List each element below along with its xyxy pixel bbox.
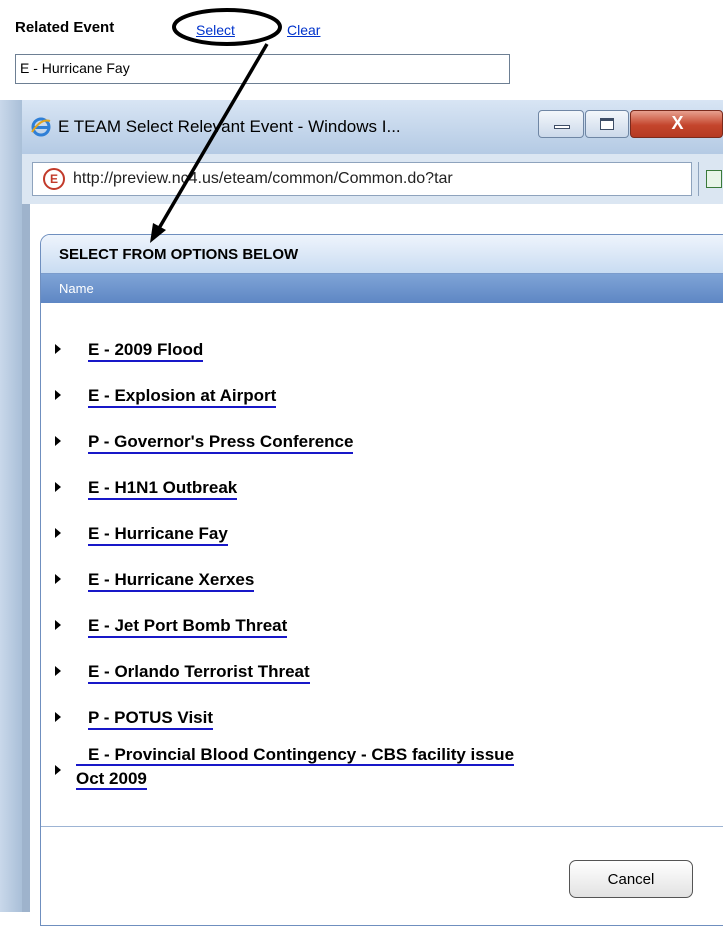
- select-link[interactable]: Select: [196, 22, 235, 38]
- event-link[interactable]: E - Jet Port Bomb Threat: [88, 617, 288, 638]
- window-title: E TEAM Select Relevant Event - Windows I…: [58, 117, 401, 136]
- close-button[interactable]: X: [630, 110, 723, 138]
- list-item: P - Governor's Press Conference: [41, 427, 723, 457]
- cancel-button[interactable]: Cancel: [569, 860, 693, 898]
- list-item: E - H1N1 Outbreak: [41, 473, 723, 503]
- event-link-line2: Oct 2009: [76, 769, 147, 790]
- site-icon: E: [43, 168, 65, 190]
- expand-arrow-icon[interactable]: [55, 712, 61, 722]
- select-event-dialog: SELECT FROM OPTIONS BELOW Name E - 2009 …: [40, 234, 723, 926]
- minimize-button[interactable]: [538, 110, 584, 138]
- event-link[interactable]: E - H1N1 Outbreak: [88, 479, 238, 500]
- expand-arrow-icon[interactable]: [55, 390, 61, 400]
- list-item: E - Jet Port Bomb Threat: [41, 611, 723, 641]
- ie-icon: [31, 117, 51, 137]
- dialog-divider: [41, 826, 723, 827]
- name-column-header: Name: [41, 274, 723, 303]
- dialog-header: SELECT FROM OPTIONS BELOW: [41, 235, 723, 274]
- event-link[interactable]: E - Hurricane Fay: [88, 525, 228, 546]
- list-item: E - Orlando Terrorist Threat: [41, 657, 723, 687]
- list-item: E - Provincial Blood Contingency - CBS f…: [41, 743, 723, 799]
- expand-arrow-icon[interactable]: [55, 574, 61, 584]
- maximize-icon: [600, 118, 614, 130]
- compatibility-view-icon[interactable]: [706, 170, 722, 188]
- close-icon: X: [671, 113, 684, 133]
- column-header-label: Name: [59, 281, 94, 296]
- event-link[interactable]: P - Governor's Press Conference: [88, 433, 354, 454]
- event-link[interactable]: E - 2009 Flood: [88, 341, 204, 362]
- address-bar: E http://preview.nc4.us/eteam/common/Com…: [22, 154, 723, 204]
- related-event-section: Related Event Select Clear E - Hurricane…: [0, 0, 723, 100]
- page-content: SELECT FROM OPTIONS BELOW Name E - 2009 …: [22, 204, 723, 926]
- related-event-label: Related Event: [15, 19, 115, 36]
- list-item: E - Explosion at Airport: [41, 381, 723, 411]
- expand-arrow-icon[interactable]: [55, 482, 61, 492]
- expand-arrow-icon[interactable]: [55, 436, 61, 446]
- maximize-button[interactable]: [585, 110, 629, 138]
- list-item: E - Hurricane Xerxes: [41, 565, 723, 595]
- expand-arrow-icon[interactable]: [55, 765, 61, 775]
- content-left-border: [22, 204, 30, 912]
- popup-window: E TEAM Select Relevant Event - Windows I…: [0, 100, 723, 926]
- event-link[interactable]: E - Provincial Blood Contingency - CBS f…: [76, 743, 676, 791]
- address-field[interactable]: E http://preview.nc4.us/eteam/common/Com…: [32, 162, 692, 196]
- expand-arrow-icon[interactable]: [55, 620, 61, 630]
- dialog-title: SELECT FROM OPTIONS BELOW: [59, 246, 299, 263]
- list-item: E - Hurricane Fay: [41, 519, 723, 549]
- event-link[interactable]: E - Explosion at Airport: [88, 387, 277, 408]
- event-link[interactable]: E - Orlando Terrorist Threat: [88, 663, 310, 684]
- list-item: E - 2009 Flood: [41, 335, 723, 365]
- expand-arrow-icon[interactable]: [55, 528, 61, 538]
- event-link[interactable]: E - Hurricane Xerxes: [88, 571, 255, 592]
- expand-arrow-icon[interactable]: [55, 666, 61, 676]
- event-link-line1: E - Provincial Blood Contingency - CBS f…: [76, 745, 515, 766]
- title-bar[interactable]: E TEAM Select Relevant Event - Windows I…: [22, 100, 723, 154]
- clear-link[interactable]: Clear: [287, 22, 320, 38]
- related-event-field[interactable]: E - Hurricane Fay: [15, 54, 510, 84]
- minimize-icon: [554, 125, 570, 129]
- list-item: P - POTUS Visit: [41, 703, 723, 733]
- background-window-edge: [0, 100, 22, 912]
- url-text: http://preview.nc4.us/eteam/common/Commo…: [73, 170, 453, 187]
- address-separator: [698, 162, 699, 196]
- event-link[interactable]: P - POTUS Visit: [88, 709, 214, 730]
- expand-arrow-icon[interactable]: [55, 344, 61, 354]
